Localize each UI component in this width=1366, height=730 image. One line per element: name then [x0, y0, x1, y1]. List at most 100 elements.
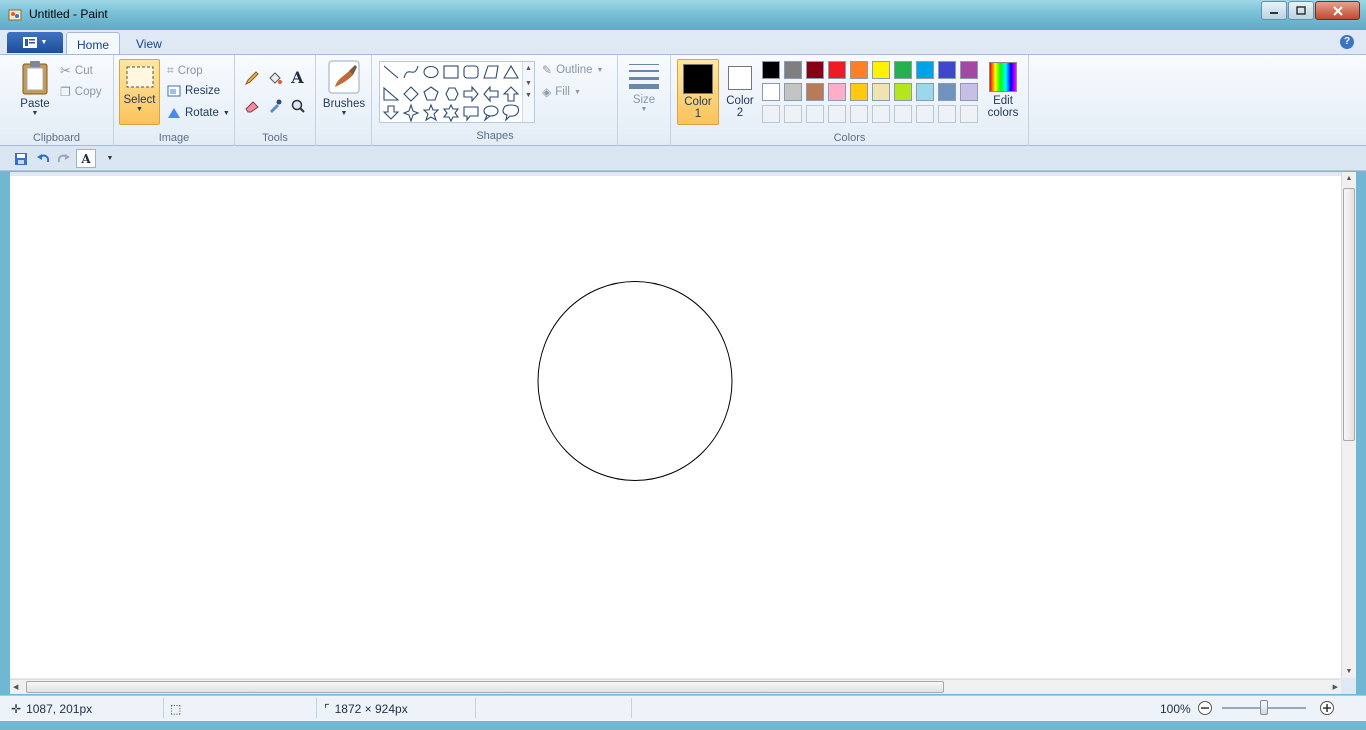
- crop-button[interactable]: ⌗ Crop: [167, 63, 203, 78]
- minimize-button[interactable]: [1261, 1, 1287, 20]
- color2-label: Color: [726, 95, 754, 107]
- color-picker-tool[interactable]: [264, 95, 285, 116]
- color-swatch[interactable]: [806, 83, 824, 101]
- color-swatch[interactable]: [784, 61, 802, 79]
- color-swatch[interactable]: [894, 61, 912, 79]
- window-bottom-border: [0, 721, 1366, 730]
- chevron-down-icon: ▼: [222, 109, 230, 117]
- image-group-label: Image: [158, 132, 190, 144]
- scroll-down-icon[interactable]: ▼: [1342, 668, 1356, 675]
- canvas-drawing: [537, 281, 733, 481]
- color-swatch[interactable]: [960, 83, 978, 101]
- paint-app-icon: [8, 9, 22, 21]
- scroll-left-icon[interactable]: ◀: [13, 683, 18, 691]
- maximize-button[interactable]: [1288, 1, 1314, 20]
- help-icon[interactable]: ?: [1340, 35, 1354, 49]
- clipboard-group: Paste ▼ ✂ Cut ❐ Copy Clipboard: [0, 55, 114, 147]
- custom-color-slot[interactable]: [872, 105, 890, 123]
- fill-button[interactable]: ◈ Fill ▼: [542, 85, 581, 99]
- brushes-button[interactable]: Brushes ▼: [322, 59, 366, 117]
- scroll-right-icon[interactable]: ▶: [1333, 683, 1338, 691]
- magnifier-tool[interactable]: [287, 95, 308, 116]
- customize-qat-icon[interactable]: ▼: [100, 149, 120, 168]
- cut-button[interactable]: ✂ Cut: [60, 63, 93, 79]
- size-button[interactable]: Size ▼: [626, 61, 662, 113]
- size-group: Size ▼: [618, 55, 671, 147]
- color-swatch[interactable]: [784, 83, 802, 101]
- image-size: ⌜ 1872 × 924px: [324, 702, 408, 716]
- color-swatch[interactable]: [850, 61, 868, 79]
- custom-color-slot[interactable]: [850, 105, 868, 123]
- custom-color-slot[interactable]: [960, 105, 978, 123]
- color-swatch[interactable]: [762, 61, 780, 79]
- color1-button[interactable]: Color 1: [677, 59, 719, 125]
- color-swatch[interactable]: [828, 61, 846, 79]
- horizontal-scroll-thumb[interactable]: [26, 681, 944, 693]
- paste-button[interactable]: Paste ▼: [14, 59, 56, 117]
- color-swatch[interactable]: [916, 83, 934, 101]
- color2-button[interactable]: Color 2: [721, 59, 759, 119]
- shapes-scrollbar[interactable]: ▲ ▼ ▼: [522, 62, 534, 122]
- menu-icon: [22, 37, 37, 48]
- drawing-canvas[interactable]: [10, 176, 1341, 678]
- zoom-out-button[interactable]: [1197, 700, 1213, 716]
- zoom-in-button[interactable]: [1319, 700, 1335, 716]
- color-swatch[interactable]: [850, 83, 868, 101]
- fill-bucket-icon: ◈: [542, 85, 552, 99]
- zoom-in-icon: [1320, 701, 1334, 715]
- color-swatch[interactable]: [872, 61, 890, 79]
- vertical-scrollbar[interactable]: ▲ ▼: [1341, 172, 1356, 678]
- text-icon[interactable]: A: [287, 67, 308, 88]
- undo-button[interactable]: [33, 149, 53, 168]
- color-swatch[interactable]: [762, 83, 780, 101]
- edit-colors-button[interactable]: Edit colors: [983, 59, 1023, 119]
- color-swatch[interactable]: [806, 61, 824, 79]
- redo-button[interactable]: [54, 149, 74, 168]
- select-button[interactable]: Select ▼: [119, 59, 160, 125]
- horizontal-scrollbar[interactable]: ◀ ▶: [10, 679, 1341, 694]
- edit-colors-label-1: Edit: [993, 95, 1013, 107]
- color-swatch[interactable]: [828, 83, 846, 101]
- resize-button[interactable]: Resize: [167, 85, 220, 97]
- custom-color-slot[interactable]: [806, 105, 824, 123]
- zoom-slider-thumb[interactable]: [1260, 700, 1268, 715]
- cursor-position: ✛ 1087, 201px: [11, 702, 92, 716]
- color-swatch[interactable]: [960, 61, 978, 79]
- close-icon: [1332, 5, 1343, 16]
- custom-color-slot[interactable]: [938, 105, 956, 123]
- rotate-button[interactable]: Rotate ▼: [167, 107, 230, 119]
- color-swatch[interactable]: [872, 83, 890, 101]
- color-swatch[interactable]: [894, 83, 912, 101]
- select-label: Select: [123, 94, 156, 106]
- magnifier-icon: [291, 99, 305, 113]
- tab-home[interactable]: Home: [66, 32, 121, 55]
- brushes-label: Brushes: [322, 98, 366, 110]
- color-swatch[interactable]: [938, 83, 956, 101]
- text-tool-icon[interactable]: A: [76, 149, 96, 168]
- drawn-circle: [537, 281, 733, 481]
- copy-button[interactable]: ❐ Copy: [60, 85, 102, 99]
- color-swatch[interactable]: [916, 61, 934, 79]
- vertical-scroll-thumb[interactable]: [1343, 188, 1355, 441]
- chevron-down-icon: ▼: [596, 66, 604, 74]
- pencil-tool[interactable]: [241, 67, 262, 88]
- custom-color-slot[interactable]: [916, 105, 934, 123]
- color-swatch[interactable]: [938, 61, 956, 79]
- custom-color-slot[interactable]: [762, 105, 780, 123]
- tools-group: A Tools: [235, 55, 316, 147]
- eraser-tool[interactable]: [241, 95, 262, 116]
- image-size-icon: ⌜: [324, 702, 330, 716]
- app-menu-button[interactable]: ▼: [7, 32, 63, 53]
- custom-color-slot[interactable]: [894, 105, 912, 123]
- fill-tool[interactable]: [264, 67, 285, 88]
- scroll-up-icon[interactable]: ▲: [1342, 175, 1356, 182]
- cut-label: Cut: [74, 65, 93, 77]
- close-button[interactable]: [1315, 1, 1360, 20]
- outline-button[interactable]: ✎ Outline ▼: [542, 63, 603, 77]
- tab-view[interactable]: View: [126, 32, 172, 55]
- custom-color-slot[interactable]: [784, 105, 802, 123]
- zoom-level: 100%: [1160, 702, 1191, 716]
- selection-size: ⬚: [170, 702, 181, 716]
- custom-color-slot[interactable]: [828, 105, 846, 123]
- save-button[interactable]: [11, 149, 31, 168]
